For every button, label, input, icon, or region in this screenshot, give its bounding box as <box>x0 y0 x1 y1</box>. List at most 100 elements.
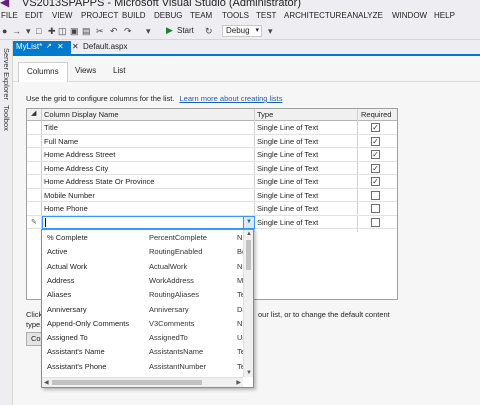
column-type-cell[interactable]: Single Line of Text <box>257 191 318 200</box>
column-name-cell[interactable]: Home Address Street <box>44 150 115 159</box>
list-item[interactable]: Active RoutingEnabled Bo <box>42 244 245 258</box>
table-row[interactable]: Mobile Number Single Line of Text <box>27 189 397 202</box>
required-checkbox[interactable]: ✓ <box>371 150 380 159</box>
scroll-thumb[interactable] <box>246 240 251 270</box>
list-item[interactable]: Address WorkAddress M <box>42 273 243 287</box>
column-type-cell[interactable]: Single Line of Text <box>257 164 318 173</box>
column-type-cell[interactable]: Single Line of Text <box>257 150 318 159</box>
scroll-thumb[interactable] <box>52 380 202 385</box>
tab-list[interactable]: List <box>113 66 125 75</box>
required-checkbox[interactable] <box>371 204 380 213</box>
cut-icon[interactable]: ✂ <box>96 26 104 36</box>
table-row[interactable]: Home Address State Or Province Single Li… <box>27 175 397 189</box>
required-checkbox[interactable]: ✓ <box>371 163 380 173</box>
required-checkbox[interactable]: ✓ <box>371 136 380 146</box>
menu-test[interactable]: TEST <box>256 11 276 20</box>
scroll-left-icon[interactable]: ◀ <box>44 379 49 386</box>
column-type-cell[interactable]: Single Line of Text <box>257 123 318 132</box>
scroll-right-icon[interactable]: ▶ <box>236 379 241 386</box>
start-button[interactable]: Start <box>177 26 194 35</box>
close-icon[interactable]: ✕ <box>57 41 64 53</box>
list-item[interactable]: Anniversary Anniversary Da <box>42 302 245 316</box>
learn-more-link[interactable]: Learn more about creating lists <box>180 94 283 103</box>
menu-help[interactable]: HELP <box>434 11 455 20</box>
site-column-internal-name: V3Comments <box>149 318 195 328</box>
list-item[interactable]: % Complete PercentComplete N <box>42 230 243 244</box>
menu-view[interactable]: VIEW <box>52 11 72 20</box>
column-type-cell[interactable]: Single Line of Text <box>257 177 318 186</box>
menu-project[interactable]: PROJECT <box>81 11 118 20</box>
table-row[interactable]: Home Address City Single Line of Text ✓ <box>27 162 397 175</box>
menu-edit[interactable]: EDIT <box>25 11 43 20</box>
site-column-internal-name: AssistantNumber <box>149 361 207 371</box>
menu-analyze[interactable]: ANALYZE <box>347 11 383 20</box>
tab-columns[interactable]: Columns <box>18 62 68 82</box>
column-name-cell[interactable]: Home Phone <box>44 204 88 213</box>
menu-file[interactable]: FILE <box>1 11 18 20</box>
menu-tools[interactable]: TOOLS <box>222 11 249 20</box>
scroll-up-icon[interactable]: ▲ <box>246 231 252 237</box>
new-project-icon[interactable]: □ <box>36 26 41 36</box>
column-name-cell[interactable]: Full Name <box>44 137 78 146</box>
required-checkbox[interactable] <box>371 190 380 200</box>
select-all-icon[interactable]: ◢ <box>31 109 36 117</box>
header-required[interactable]: Required <box>361 110 391 119</box>
column-name-cell[interactable]: Home Address State Or Province <box>44 177 154 186</box>
list-item[interactable]: Assistant's Phone AssistantNumber Te <box>42 359 245 373</box>
menu-team[interactable]: TEAM <box>190 11 212 20</box>
menu-build[interactable]: BUILD <box>122 11 146 20</box>
below-grid-text-right: our list, or to change the default conte… <box>258 310 390 319</box>
column-name-combobox[interactable]: ▼ <box>42 215 255 229</box>
back-icon[interactable]: ● <box>2 26 7 36</box>
new-row[interactable]: ✎ ▼ Single Line of Text <box>27 215 397 229</box>
open-icon[interactable]: ◫ <box>58 26 67 36</box>
list-item[interactable]: Assigned To AssignedTo Us <box>42 330 245 344</box>
column-name-cell[interactable]: Mobile Number <box>44 191 95 200</box>
doc-tab-mylist[interactable]: MyList* ↗ ✕ <box>13 41 71 54</box>
vertical-scrollbar[interactable]: ▲ ▼ <box>243 230 253 377</box>
header-column-display-name[interactable]: Column Display Name <box>44 110 119 119</box>
forward-icon[interactable]: → <box>12 26 21 36</box>
table-row[interactable]: Home Phone Single Line of Text <box>27 202 397 216</box>
refresh-icon[interactable]: ↻ <box>205 26 213 36</box>
list-item[interactable]: Assistant's Name AssistantsName Te <box>42 344 245 358</box>
column-name-cell[interactable]: Home Address City <box>44 164 108 173</box>
doc-tab-default-aspx[interactable]: ✕ Default.aspx <box>72 41 134 54</box>
column-type-cell[interactable]: Single Line of Text <box>257 204 318 213</box>
menu-architecture[interactable]: ARCHITECTURE <box>284 11 347 20</box>
save-all-icon[interactable]: ▤ <box>82 26 91 36</box>
chevron-down-icon[interactable]: ▼ <box>243 216 254 228</box>
table-row[interactable]: Home Address Street Single Line of Text … <box>27 148 397 162</box>
scroll-down-icon[interactable]: ▼ <box>246 370 252 376</box>
column-name-cell[interactable]: Title <box>44 123 58 132</box>
start-debug-icon[interactable]: ▶ <box>166 25 173 36</box>
column-type-cell[interactable]: Single Line of Text <box>257 137 318 146</box>
menu-debug[interactable]: DEBUG <box>154 11 182 20</box>
server-explorer-tab[interactable]: Server Explorer <box>2 48 11 100</box>
site-columns-dropdown[interactable]: % Complete PercentComplete N Active Rout… <box>41 229 254 388</box>
solution-config-select[interactable]: Debug ▾ <box>222 25 262 37</box>
list-item[interactable]: Append-Only Comments V3Comments N <box>42 316 243 330</box>
toolbar-overflow-icon[interactable]: ▾ <box>268 26 273 36</box>
menu-window[interactable]: WINDOW <box>392 11 427 20</box>
dropdown-icon[interactable]: ▾ <box>26 26 31 36</box>
undo-icon[interactable]: ↶ <box>110 26 118 36</box>
table-row[interactable]: Full Name Single Line of Text ✓ <box>27 135 397 148</box>
horizontal-scrollbar[interactable]: ◀ ▶ <box>42 377 243 387</box>
column-type-cell[interactable]: Single Line of Text <box>257 218 318 227</box>
dropdown-icon[interactable]: ▾ <box>146 26 151 36</box>
tab-views[interactable]: Views <box>75 66 96 75</box>
table-row[interactable]: Title Single Line of Text ✓ <box>27 121 397 135</box>
required-checkbox[interactable] <box>371 217 380 227</box>
save-icon[interactable]: ▣ <box>70 26 79 36</box>
list-item[interactable]: Actual Work ActualWork N <box>42 259 243 273</box>
redo-icon[interactable]: ↷ <box>124 26 132 36</box>
required-checkbox[interactable]: ✓ <box>371 177 380 186</box>
header-type[interactable]: Type <box>257 110 273 119</box>
required-checkbox[interactable]: ✓ <box>371 123 380 132</box>
pin-icon[interactable]: ↗ <box>46 41 52 53</box>
add-item-icon[interactable]: ✚ <box>48 26 56 36</box>
close-icon[interactable]: ✕ <box>72 41 79 53</box>
list-item[interactable]: Aliases RoutingAliases Te <box>42 287 245 301</box>
toolbox-tab[interactable]: Toolbox <box>2 105 11 131</box>
